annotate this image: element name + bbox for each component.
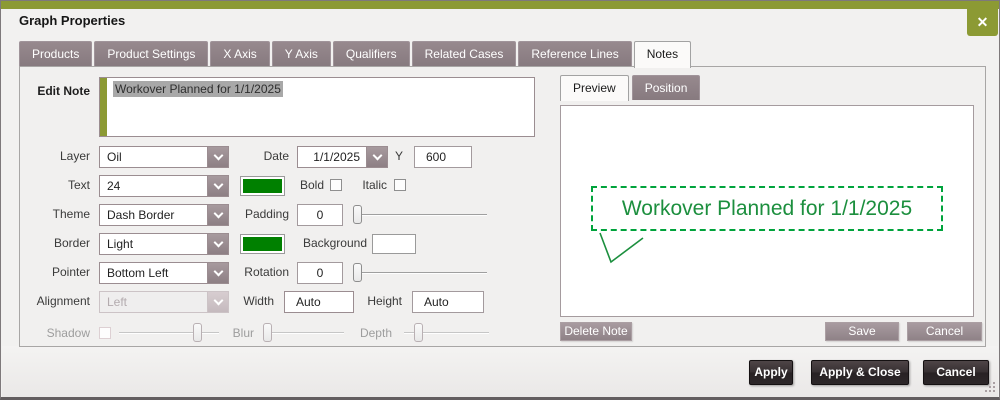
padding-input[interactable]: 0 [297,204,343,226]
dialog-title: Graph Properties [19,13,126,28]
slider-thumb[interactable] [353,205,362,224]
border-select[interactable]: Light [99,233,229,255]
width-label: Width [243,294,274,308]
slider-thumb[interactable] [353,263,362,282]
border-color-swatch[interactable] [240,234,285,254]
padding-slider[interactable] [353,204,487,226]
rotation-slider[interactable] [353,262,487,284]
chevron-down-icon [213,266,223,277]
apply-and-close-button[interactable]: Apply & Close [811,360,909,385]
edit-note-label: Edit Note [37,84,90,98]
width-input[interactable]: Auto [284,291,354,313]
chevron-down-icon [213,237,223,248]
blur-slider [263,322,344,344]
height-input[interactable]: Auto [412,291,484,313]
tab-products[interactable]: Products [19,41,93,66]
tab-qualifiers[interactable]: Qualifiers [332,41,410,66]
padding-label: Padding [244,207,289,221]
date-label: Date [263,149,289,163]
text-size-select[interactable]: 24 [99,175,229,197]
alignment-select: Left [99,291,229,313]
edit-note-text: Workover Planned for 1/1/2025 [113,81,283,97]
background-color-swatch[interactable] [372,234,416,254]
tab-bar: Products Product Settings X Axis Y Axis … [19,41,692,68]
blur-label: Blur [232,326,254,340]
tab-y-axis[interactable]: Y Axis [271,41,331,66]
background-label: Background [302,236,367,250]
rotation-label: Rotation [244,265,289,279]
tab-related-cases[interactable]: Related Cases [411,41,517,66]
edit-note-textarea[interactable]: Workover Planned for 1/1/2025 [99,77,535,137]
shadow-label: Shadow [46,326,90,340]
shadow-slider [119,322,219,344]
italic-checkbox[interactable] [394,179,406,191]
italic-label: Italic [362,178,387,192]
chevron-down-icon [213,179,223,190]
note-preview-area: Workover Planned for 1/1/2025 [560,105,974,317]
resize-grip-icon[interactable] [984,381,996,393]
rotation-input[interactable]: 0 [297,262,343,284]
y-input[interactable]: 600 [414,146,472,168]
delete-note-button[interactable]: Delete Note [560,322,632,341]
close-button[interactable]: ✕ [967,9,998,36]
note-preview-bubble: Workover Planned for 1/1/2025 [591,186,943,231]
tab-notes[interactable]: Notes [633,41,692,68]
chevron-down-icon [213,150,223,161]
layer-label: Layer [59,149,90,163]
height-label: Height [367,294,402,308]
pointer-label: Pointer [51,265,90,279]
bold-label: Bold [299,178,324,192]
slider-thumb [193,323,202,342]
pointer-select[interactable]: Bottom Left [99,262,229,284]
bold-checkbox[interactable] [330,179,342,191]
depth-label: Depth [359,326,392,340]
shadow-checkbox [99,327,111,339]
layer-select[interactable]: Oil [99,146,229,168]
save-note-button[interactable]: Save [825,322,899,341]
notes-tab-panel: Edit Note Workover Planned for 1/1/2025 … [19,66,986,347]
date-select[interactable]: 1/1/2025 [297,146,388,168]
preview-tab-bar: Preview Position [560,75,701,101]
theme-select[interactable]: Dash Border [99,204,229,226]
cancel-note-button[interactable]: Cancel [907,322,982,341]
theme-label: Theme [52,207,90,221]
chevron-down-icon [372,150,382,161]
tab-x-axis[interactable]: X Axis [210,41,270,66]
tab-reference-lines[interactable]: Reference Lines [518,41,632,66]
dialog-accent-bar [1,1,999,9]
text-size-label: Text [67,178,90,192]
text-color-swatch[interactable] [240,176,285,196]
chevron-down-icon [213,208,223,219]
tab-preview[interactable]: Preview [560,75,629,101]
note-pointer-icon [599,232,644,264]
border-label: Border [53,236,90,250]
slider-thumb [263,323,273,342]
chevron-down-icon [213,295,223,306]
alignment-label: Alignment [36,294,90,308]
depth-slider [404,322,489,344]
close-icon: ✕ [976,14,989,30]
apply-button[interactable]: Apply [749,360,793,385]
slider-thumb [413,323,423,342]
note-preview-text: Workover Planned for 1/1/2025 [621,196,913,220]
note-accent-bar [100,78,107,136]
graph-properties-dialog: Graph Properties ✕ Products Product Sett… [0,0,1000,400]
cancel-button[interactable]: Cancel [923,360,989,385]
tab-product-settings[interactable]: Product Settings [94,41,209,66]
tab-position[interactable]: Position [631,75,701,100]
y-label: Y [394,149,403,163]
